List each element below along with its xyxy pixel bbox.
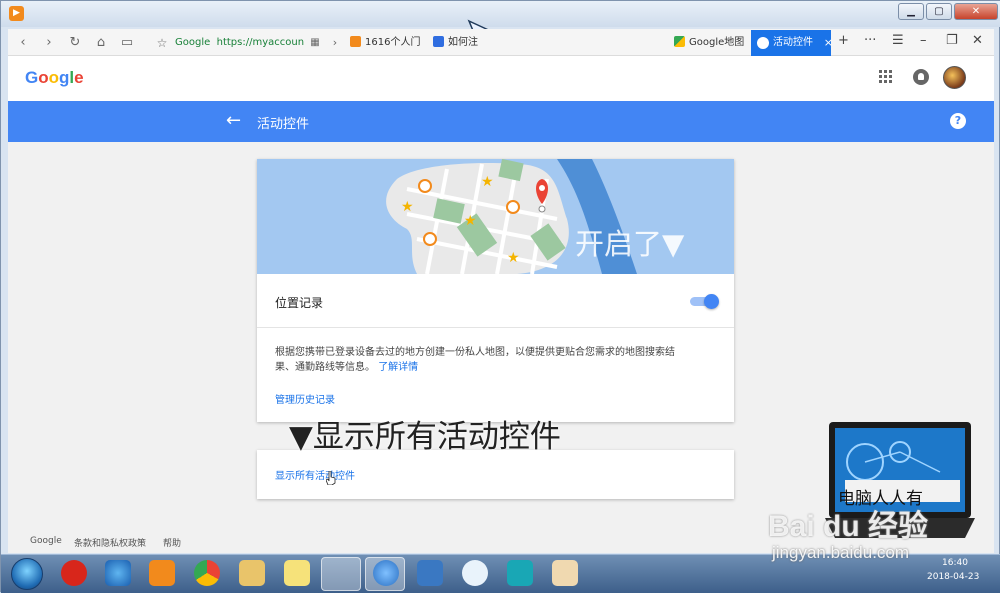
overlay-caption-show-all: ▼显示所有活动控件 xyxy=(289,419,561,455)
grid-icon[interactable]: ▦ xyxy=(306,34,324,52)
more-menu-button[interactable]: ··· xyxy=(864,33,876,48)
application-window: ▶ ▁ ▢ ✕ ‹ › ↻ ⌂ ▭ ☆ Google https://myacc… xyxy=(0,0,1000,593)
location-history-card: ★ ★ ★ ★ 开启了▼ 位置记录 根据您携带已登录设备去过的地方创建一份私人地… xyxy=(257,159,734,422)
url-site-label: Google xyxy=(175,37,211,48)
browser-menu-icon[interactable]: ☰ xyxy=(892,33,904,48)
forward-button[interactable]: › xyxy=(40,34,58,52)
window-minimize-button[interactable]: ▁ xyxy=(898,3,924,20)
svg-text:★: ★ xyxy=(481,174,494,190)
browser-minimize-button[interactable]: – xyxy=(920,33,927,48)
svg-text:★: ★ xyxy=(401,199,414,215)
logo-letter: o xyxy=(38,68,49,87)
new-tab-button[interactable]: + xyxy=(838,33,849,48)
tab-close-icon[interactable]: × xyxy=(824,30,833,56)
overlay-caption-opened: 开启了▼ xyxy=(575,227,685,261)
show-all-controls-link[interactable]: 显示所有活动控件 xyxy=(275,467,355,482)
apps-grid-icon[interactable] xyxy=(879,70,893,84)
back-button[interactable]: ‹ xyxy=(14,34,32,52)
media-player-icon[interactable] xyxy=(149,560,175,586)
logo-letter: G xyxy=(25,68,39,87)
notifications-bell-icon[interactable] xyxy=(913,69,929,85)
tab-1616[interactable]: 1616个人门 xyxy=(350,33,426,52)
window-titlebar: ▶ ▁ ▢ ✕ xyxy=(1,1,1000,27)
pinwheel-app-icon[interactable] xyxy=(462,560,488,586)
learn-more-link[interactable]: 了解详情 xyxy=(378,362,418,373)
browser-app-icon xyxy=(373,560,399,586)
bookmark-star-icon[interactable]: ☆ xyxy=(153,34,171,52)
tab-google-maps[interactable]: Google地图 xyxy=(674,33,746,52)
paint-app-icon[interactable] xyxy=(552,560,578,586)
tab-label: 如何注 xyxy=(448,37,478,48)
browser-restore-button[interactable]: ❐ xyxy=(946,33,958,48)
tab-label: 活动控件 xyxy=(773,37,813,48)
logo-letter: g xyxy=(59,68,70,87)
favicon-1616-icon xyxy=(350,36,361,47)
back-arrow-icon[interactable]: ← xyxy=(226,110,241,131)
location-history-description: 根据您携带已登录设备去过的地方创建一份私人地图，以便提供更贴合您需求的地图搜索结… xyxy=(275,345,685,375)
footer-google-label: Google xyxy=(30,536,62,546)
tab-how-to[interactable]: 如何注 xyxy=(433,33,503,52)
taskbar-active-window[interactable] xyxy=(321,557,361,591)
home-icon[interactable]: ⌂ xyxy=(92,34,110,52)
taskbar-clock-time[interactable]: 16:40 xyxy=(942,558,968,568)
favicon-maps-icon xyxy=(674,36,685,47)
chrome-icon[interactable] xyxy=(194,560,220,586)
google-header: Google xyxy=(8,56,994,101)
location-history-toggle[interactable] xyxy=(690,294,719,309)
footer-terms-link[interactable]: 条款和隐私权政策 xyxy=(74,536,146,549)
location-history-setting: 位置记录 xyxy=(257,274,734,328)
manage-history-link[interactable]: 管理历史记录 xyxy=(275,391,335,406)
logo-letter: e xyxy=(74,68,84,87)
favicon-baidu-icon xyxy=(433,36,444,47)
browser-toolbar: ‹ › ↻ ⌂ ▭ ☆ Google https://myaccoun ▦ › … xyxy=(8,29,994,56)
file-explorer-icon[interactable] xyxy=(239,560,265,586)
location-history-label: 位置记录 xyxy=(275,296,324,310)
logo-letter: o xyxy=(48,68,60,87)
browser-close-button[interactable]: ✕ xyxy=(972,33,983,48)
google-logo[interactable]: Google xyxy=(25,68,84,88)
url-text: https://myaccoun xyxy=(216,37,305,48)
sticky-notes-icon[interactable] xyxy=(284,560,310,586)
tab-activity-controls[interactable]: 活动控件 × xyxy=(751,30,833,56)
reload-icon[interactable]: ↻ xyxy=(66,34,84,52)
tab-label: Google地图 xyxy=(689,37,745,48)
activity-controls-appbar: ← 活动控件 ? xyxy=(8,101,994,142)
account-avatar[interactable] xyxy=(943,66,966,89)
svg-text:★: ★ xyxy=(507,250,520,266)
favicon-google-icon xyxy=(757,37,769,49)
start-button[interactable] xyxy=(11,558,43,590)
toggle-knob xyxy=(704,294,719,309)
baidu-watermark: Bai du 经验 xyxy=(768,510,929,543)
window-maximize-button[interactable]: ▢ xyxy=(926,3,952,20)
tab-label: 1616个人门 xyxy=(365,37,421,48)
tabs-scroll-icon[interactable]: › xyxy=(326,34,344,52)
hand-cursor-icon xyxy=(326,471,336,485)
taskbar-clock-date[interactable]: 2018-04-23 xyxy=(927,572,979,582)
baidu-watermark-url: jingyan.baidu.com xyxy=(772,543,910,562)
ie-browser-icon[interactable] xyxy=(105,560,131,586)
description-text: 根据您携带已登录设备去过的地方创建一份私人地图，以便提供更贴合您需求的地图搜索结… xyxy=(275,347,675,373)
window-close-button[interactable]: ✕ xyxy=(954,3,998,20)
remote-desktop-icon[interactable] xyxy=(417,560,443,586)
page-title: 活动控件 xyxy=(257,117,310,132)
reader-icon[interactable]: ▭ xyxy=(118,34,136,52)
chess-app-icon[interactable] xyxy=(61,560,87,586)
headset-app-icon[interactable] xyxy=(507,560,533,586)
footer-help-link[interactable]: 帮助 xyxy=(163,536,181,549)
svg-text:★: ★ xyxy=(464,213,477,229)
help-icon[interactable]: ? xyxy=(950,113,966,129)
player-app-icon: ▶ xyxy=(9,6,24,21)
